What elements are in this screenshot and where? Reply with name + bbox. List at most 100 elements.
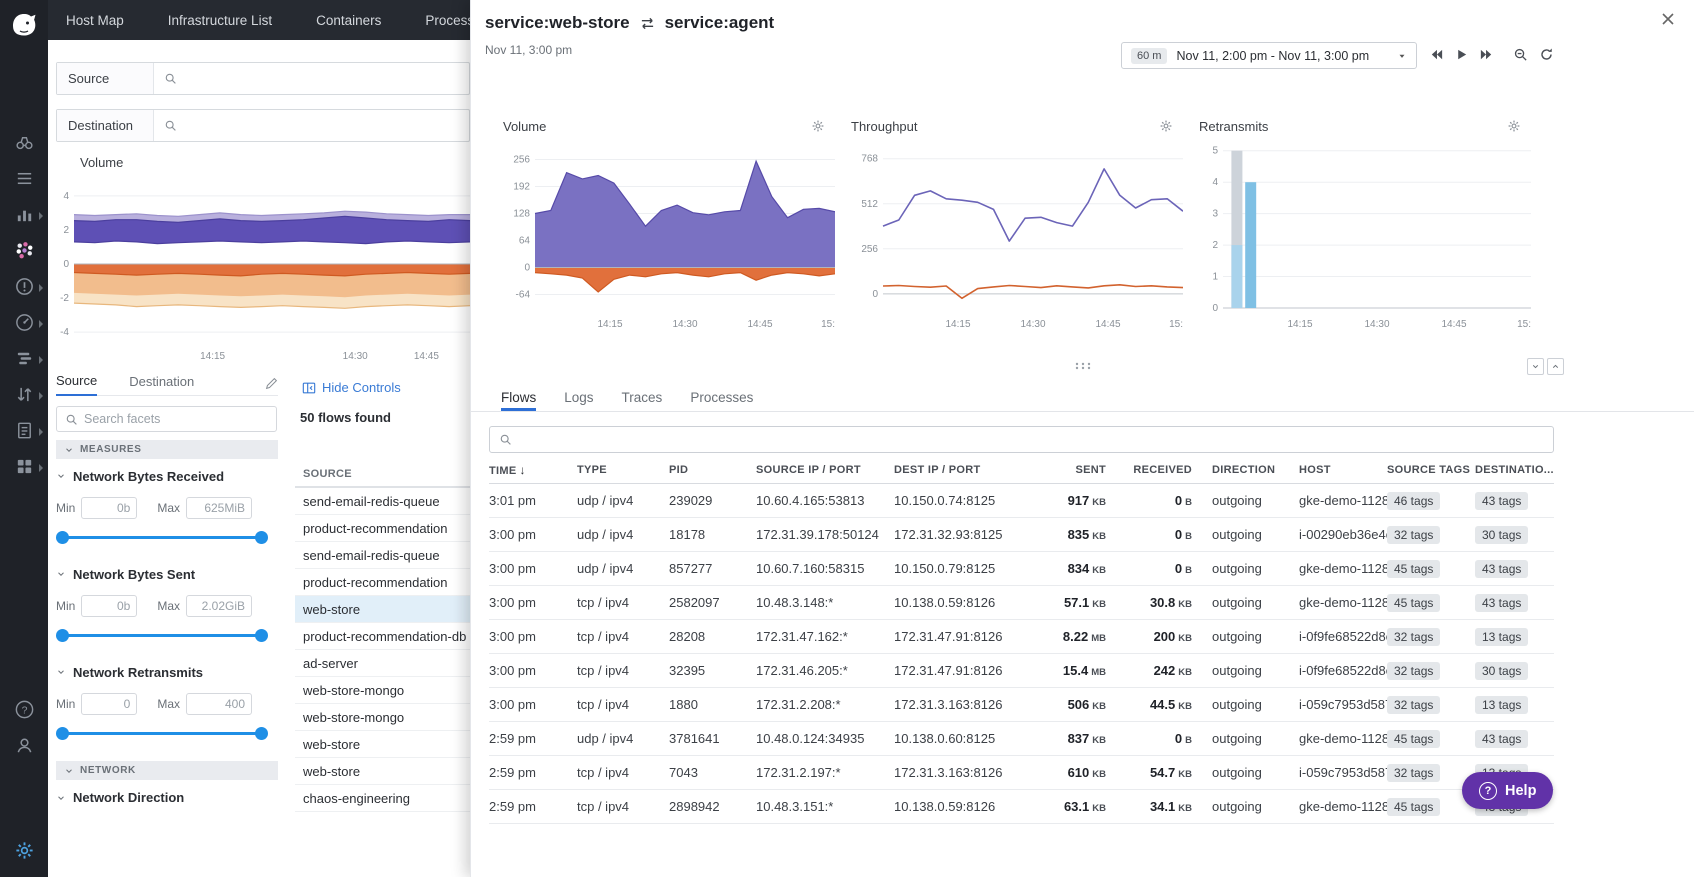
facet-search-input[interactable] — [84, 412, 276, 426]
column-header-pid[interactable]: PID — [669, 464, 756, 476]
tags-badge[interactable]: 32 tags — [1387, 696, 1440, 714]
measures-section-header[interactable]: MEASURES — [56, 440, 278, 459]
tags-badge[interactable]: 13 tags — [1475, 628, 1528, 646]
source-column-header[interactable]: SOURCE — [295, 462, 470, 488]
user-icon[interactable] — [0, 735, 48, 758]
tags-badge[interactable]: 43 tags — [1475, 594, 1528, 612]
destination-filter-input[interactable] — [154, 110, 469, 141]
facet-min-input[interactable] — [81, 497, 137, 519]
metrics-icon[interactable] — [0, 204, 48, 227]
tab-source[interactable]: Source — [56, 373, 97, 396]
flow-list-item[interactable]: send-email-redis-queue — [295, 488, 470, 515]
column-header-source-ip-port[interactable]: SOURCE IP / PORT — [756, 464, 894, 476]
flow-list-item[interactable]: chaos-engineering — [295, 785, 470, 812]
expand-charts-button[interactable] — [1547, 358, 1564, 375]
flow-list-item[interactable]: web-store — [295, 758, 470, 785]
table-row[interactable]: 3:00 pmudp / ipv485727710.60.7.160:58315… — [489, 552, 1554, 586]
play-button[interactable] — [1454, 47, 1469, 62]
traces-icon[interactable] — [0, 348, 48, 371]
table-row[interactable]: 3:00 pmtcp / ipv41880172.31.2.208:*172.3… — [489, 688, 1554, 722]
collapse-charts-button[interactable] — [1527, 358, 1544, 375]
column-header-time[interactable]: TIME↓ — [489, 463, 577, 477]
tags-badge[interactable]: 45 tags — [1387, 560, 1440, 578]
tab-processes[interactable]: Processes — [690, 383, 753, 411]
column-header-type[interactable]: TYPE — [577, 464, 669, 476]
tags-badge[interactable]: 45 tags — [1387, 594, 1440, 612]
help-button[interactable]: ? Help — [1462, 772, 1553, 809]
column-header-dest-ip-port[interactable]: DEST IP / PORT — [894, 464, 1026, 476]
column-header-received[interactable]: RECEIVED — [1106, 464, 1192, 476]
drawer-splitter[interactable] — [471, 356, 1694, 376]
facet-header[interactable]: Network Bytes Received — [56, 468, 278, 484]
apm-icon[interactable] — [0, 312, 48, 335]
close-icon[interactable] — [1660, 11, 1676, 27]
table-row[interactable]: 2:59 pmtcp / ipv4289894210.48.3.151:*10.… — [489, 790, 1554, 824]
tags-badge[interactable]: 30 tags — [1475, 662, 1528, 680]
tags-badge[interactable]: 13 tags — [1475, 696, 1528, 714]
nav-item-host-map[interactable]: Host Map — [66, 13, 124, 28]
facet-range-slider[interactable] — [56, 629, 268, 642]
network-icon[interactable] — [0, 384, 48, 407]
table-row[interactable]: 3:00 pmtcp / ipv432395172.31.46.205:*172… — [489, 654, 1554, 688]
zoom-button[interactable] — [1513, 47, 1528, 62]
integrations-icon[interactable] — [0, 456, 48, 479]
tags-badge[interactable]: 45 tags — [1387, 798, 1440, 816]
facet-header[interactable]: Network Retransmits — [56, 664, 278, 680]
facet-max-input[interactable] — [186, 497, 252, 519]
network-section-header[interactable]: NETWORK — [56, 761, 278, 780]
infrastructure-icon[interactable] — [0, 168, 48, 191]
column-header-destinatio-[interactable]: DESTINATIO... — [1475, 464, 1554, 476]
flow-list-item[interactable]: web-store — [295, 596, 470, 623]
containers-icon[interactable] — [0, 240, 48, 263]
tags-badge[interactable]: 46 tags — [1387, 492, 1440, 510]
facet-range-slider[interactable] — [56, 727, 268, 740]
watchdog-icon[interactable] — [0, 132, 48, 155]
gear-icon[interactable] — [811, 119, 825, 133]
slider-handle-max[interactable] — [255, 629, 268, 642]
nav-item-containers[interactable]: Containers — [316, 13, 381, 28]
tab-destination[interactable]: Destination — [129, 374, 194, 395]
tags-badge[interactable]: 30 tags — [1475, 526, 1528, 544]
facet-max-input[interactable] — [186, 693, 252, 715]
flow-list-item[interactable]: product-recommendation — [295, 515, 470, 542]
monitors-icon[interactable] — [0, 276, 48, 299]
flow-list-item[interactable]: web-store-mongo — [295, 704, 470, 731]
slider-handle-min[interactable] — [56, 531, 69, 544]
tags-badge[interactable]: 43 tags — [1475, 730, 1528, 748]
facet-max-input[interactable] — [186, 595, 252, 617]
flow-list-item[interactable]: ad-server — [295, 650, 470, 677]
gear-icon[interactable] — [1159, 119, 1173, 133]
column-header-source-tags[interactable]: SOURCE TAGS — [1387, 464, 1475, 476]
gear-icon[interactable] — [1507, 119, 1521, 133]
table-row[interactable]: 2:59 pmtcp / ipv47043172.31.2.197:*172.3… — [489, 756, 1554, 790]
table-row[interactable]: 3:00 pmtcp / ipv4258209710.48.3.148:*10.… — [489, 586, 1554, 620]
tags-badge[interactable]: 43 tags — [1475, 560, 1528, 578]
nav-item-infrastructure-list[interactable]: Infrastructure List — [168, 13, 272, 28]
table-row[interactable]: 3:01 pmudp / ipv423902910.60.4.165:53813… — [489, 484, 1554, 518]
edit-facets-icon[interactable] — [265, 377, 278, 390]
slider-handle-max[interactable] — [255, 531, 268, 544]
facet-range-slider[interactable] — [56, 531, 268, 544]
datadog-logo-icon[interactable] — [7, 6, 41, 40]
column-header-sent[interactable]: SENT — [1026, 464, 1106, 476]
table-row[interactable]: 3:00 pmudp / ipv418178172.31.39.178:5012… — [489, 518, 1554, 552]
slider-handle-min[interactable] — [56, 629, 69, 642]
tags-badge[interactable]: 43 tags — [1475, 492, 1528, 510]
facet-min-input[interactable] — [81, 693, 137, 715]
flow-list-item[interactable]: product-recommendation-db — [295, 623, 470, 650]
time-range-selector[interactable]: 60 m Nov 11, 2:00 pm - Nov 11, 3:00 pm — [1121, 42, 1417, 69]
table-row[interactable]: 3:00 pmtcp / ipv428208172.31.47.162:*172… — [489, 620, 1554, 654]
help-icon[interactable]: ? — [0, 699, 48, 722]
forward-button[interactable] — [1479, 47, 1494, 62]
facet-header[interactable]: Network Bytes Sent — [56, 566, 278, 582]
flow-list-item[interactable]: product-recommendation — [295, 569, 470, 596]
tab-flows[interactable]: Flows — [501, 383, 536, 411]
tags-badge[interactable]: 32 tags — [1387, 662, 1440, 680]
refresh-button[interactable] — [1539, 47, 1554, 62]
column-header-host[interactable]: HOST — [1299, 464, 1387, 476]
tags-badge[interactable]: 32 tags — [1387, 764, 1440, 782]
flows-search-input[interactable] — [519, 432, 1553, 447]
network-direction-facet[interactable]: Network Direction — [56, 790, 184, 805]
slider-handle-min[interactable] — [56, 727, 69, 740]
slider-handle-max[interactable] — [255, 727, 268, 740]
